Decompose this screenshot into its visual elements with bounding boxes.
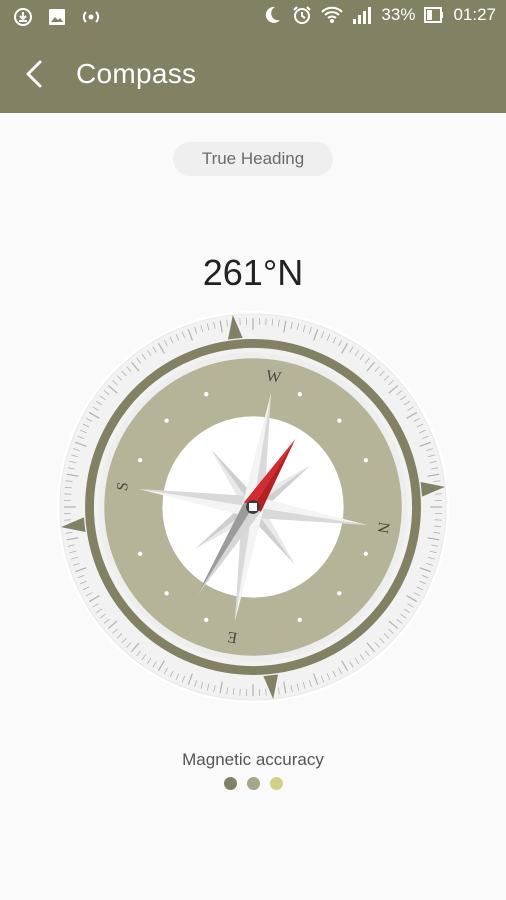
hotspot-icon bbox=[80, 6, 102, 28]
true-heading-toggle[interactable]: True Heading bbox=[173, 142, 333, 176]
dial-dot bbox=[164, 591, 169, 596]
dial-dot bbox=[204, 617, 209, 623]
status-bar-right: 33% 01:27 bbox=[261, 4, 496, 26]
dial-dot bbox=[363, 551, 369, 556]
magnetic-accuracy-label: Magnetic accuracy bbox=[182, 750, 324, 769]
battery-percent: 33% bbox=[381, 5, 416, 24]
dial-dot bbox=[363, 458, 369, 463]
compass-dial: N E S W bbox=[56, 310, 450, 704]
dial-dot bbox=[164, 418, 169, 423]
dial-dot bbox=[137, 551, 143, 556]
status-bar-left bbox=[12, 6, 102, 28]
dial-dot bbox=[204, 391, 209, 397]
signal-icon bbox=[351, 4, 373, 26]
image-icon bbox=[46, 6, 68, 28]
dial-dot bbox=[137, 458, 143, 463]
dial-dot bbox=[297, 617, 302, 623]
moon-icon bbox=[261, 4, 283, 26]
wifi-icon bbox=[321, 4, 344, 26]
dial-dot bbox=[337, 418, 342, 423]
back-arrow-icon bbox=[26, 60, 42, 88]
status-bar: 33% 01:27 bbox=[0, 0, 506, 36]
app-bar: Compass bbox=[0, 36, 506, 113]
compass-graphic: N E S W bbox=[56, 310, 450, 704]
accuracy-indicator bbox=[0, 777, 506, 790]
cardinal-west: W bbox=[265, 367, 282, 386]
accuracy-dot bbox=[269, 777, 283, 790]
dial-dot bbox=[337, 591, 342, 596]
status-time: 01:27 bbox=[453, 5, 496, 24]
download-icon bbox=[12, 6, 34, 28]
back-button[interactable] bbox=[18, 56, 54, 92]
needle-hub-center bbox=[249, 503, 257, 511]
battery-icon bbox=[423, 4, 445, 26]
alarm-icon bbox=[291, 4, 313, 26]
heading-readout: 261°N bbox=[202, 252, 304, 293]
accuracy-dot bbox=[246, 777, 260, 790]
dial-dot bbox=[297, 391, 302, 397]
page-title: Compass bbox=[76, 58, 197, 89]
accuracy-dot bbox=[223, 777, 237, 790]
